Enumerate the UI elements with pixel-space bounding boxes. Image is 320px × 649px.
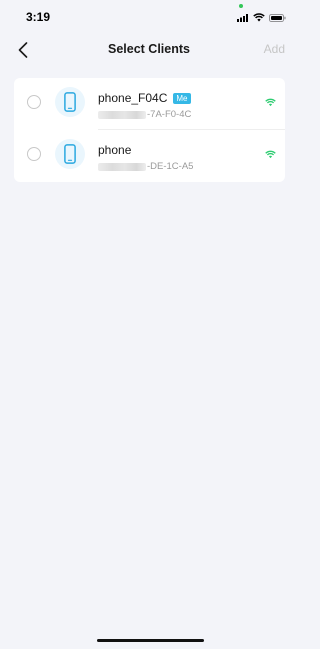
wifi-icon: [265, 98, 276, 107]
client-row[interactable]: phone_F04C Me -7A-F0-4C: [14, 78, 285, 130]
phone-icon: [64, 144, 76, 164]
page-title: Select Clients: [108, 42, 190, 56]
home-indicator[interactable]: [97, 639, 204, 642]
wifi-icon: [253, 13, 265, 22]
client-list: phone_F04C Me -7A-F0-4C phone -DE-1C-A5: [14, 78, 285, 182]
client-row[interactable]: phone -DE-1C-A5: [14, 130, 285, 182]
device-icon-badge: [55, 87, 85, 117]
client-name: phone: [98, 143, 132, 157]
status-icons: [237, 12, 286, 22]
device-icon-badge: [55, 139, 85, 169]
signal-icon: [237, 14, 248, 22]
client-name-line: phone: [98, 143, 131, 157]
select-radio[interactable]: [27, 147, 41, 161]
select-radio[interactable]: [27, 95, 41, 109]
privacy-indicator-dot: [239, 4, 243, 8]
mac-suffix: -DE-1C-A5: [147, 161, 194, 172]
status-bar: 3:19: [0, 0, 298, 34]
me-badge: Me: [173, 92, 191, 104]
nav-bar: Select Clients Add: [0, 34, 298, 66]
mac-redacted: [98, 162, 146, 171]
wifi-icon: [265, 150, 276, 159]
client-name: phone_F04C: [98, 91, 168, 105]
client-mac: -7A-F0-4C: [98, 109, 191, 120]
battery-icon: [269, 14, 286, 22]
client-name-line: phone_F04C Me: [98, 91, 191, 105]
mac-redacted: [98, 110, 146, 119]
mac-suffix: -7A-F0-4C: [147, 109, 192, 120]
client-mac: -DE-1C-A5: [98, 161, 193, 172]
status-time: 3:19: [26, 10, 51, 24]
phone-icon: [64, 92, 76, 112]
add-button[interactable]: Add: [264, 42, 285, 56]
